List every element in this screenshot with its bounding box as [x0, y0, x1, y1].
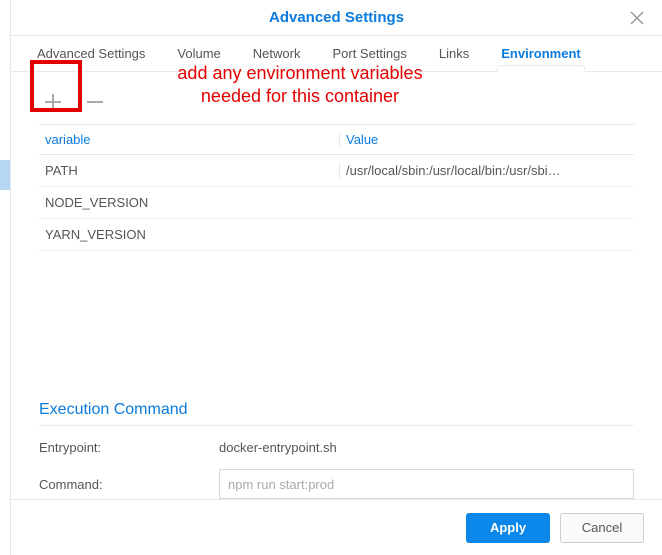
close-button[interactable]	[622, 0, 652, 35]
dialog-title: Advanced Settings	[269, 9, 404, 26]
table-row[interactable]: NODE_VERSION	[39, 187, 634, 219]
command-row: Command:	[39, 469, 634, 499]
tab-network[interactable]: Network	[237, 36, 317, 71]
cell-variable: YARN_VERSION	[39, 227, 339, 242]
plus-icon	[42, 91, 64, 113]
cell-variable: NODE_VERSION	[39, 195, 339, 210]
cancel-button[interactable]: Cancel	[560, 513, 644, 543]
close-icon	[630, 11, 644, 25]
entrypoint-row: Entrypoint: docker-entrypoint.sh	[39, 440, 634, 455]
table-row[interactable]: YARN_VERSION	[39, 219, 634, 251]
tab-advanced-settings[interactable]: Advanced Settings	[21, 36, 161, 71]
col-header-variable[interactable]: variable	[39, 132, 339, 147]
tab-environment[interactable]: Environment	[485, 36, 596, 71]
tab-bar: Advanced Settings Volume Network Port Se…	[11, 36, 662, 72]
command-label: Command:	[39, 477, 219, 492]
execution-command-heading: Execution Command	[39, 401, 634, 426]
col-header-value[interactable]: Value	[339, 132, 634, 147]
entrypoint-label: Entrypoint:	[39, 440, 219, 455]
command-input[interactable]	[219, 469, 634, 499]
environment-pane: variable Value PATH /usr/local/sbin:/usr…	[11, 72, 662, 499]
dialog-header: Advanced Settings	[11, 0, 662, 36]
apply-button[interactable]: Apply	[466, 513, 550, 543]
advanced-settings-dialog: Advanced Settings Advanced Settings Volu…	[10, 0, 662, 555]
env-toolbar	[39, 80, 634, 124]
add-env-var-button[interactable]	[39, 88, 67, 116]
table-row[interactable]: PATH /usr/local/sbin:/usr/local/bin:/usr…	[39, 155, 634, 187]
entrypoint-value: docker-entrypoint.sh	[219, 440, 634, 455]
cell-variable: PATH	[39, 163, 339, 178]
dialog-footer: Apply Cancel	[11, 499, 662, 555]
remove-env-var-button[interactable]	[81, 88, 109, 116]
env-vars-table: variable Value PATH /usr/local/sbin:/usr…	[39, 124, 634, 251]
cell-value: /usr/local/sbin:/usr/local/bin:/usr/sbi…	[339, 163, 634, 178]
background-accent	[0, 160, 10, 190]
tab-volume[interactable]: Volume	[161, 36, 236, 71]
tab-links[interactable]: Links	[423, 36, 485, 71]
tab-port-settings[interactable]: Port Settings	[316, 36, 422, 71]
table-header: variable Value	[39, 125, 634, 155]
minus-icon	[84, 91, 106, 113]
